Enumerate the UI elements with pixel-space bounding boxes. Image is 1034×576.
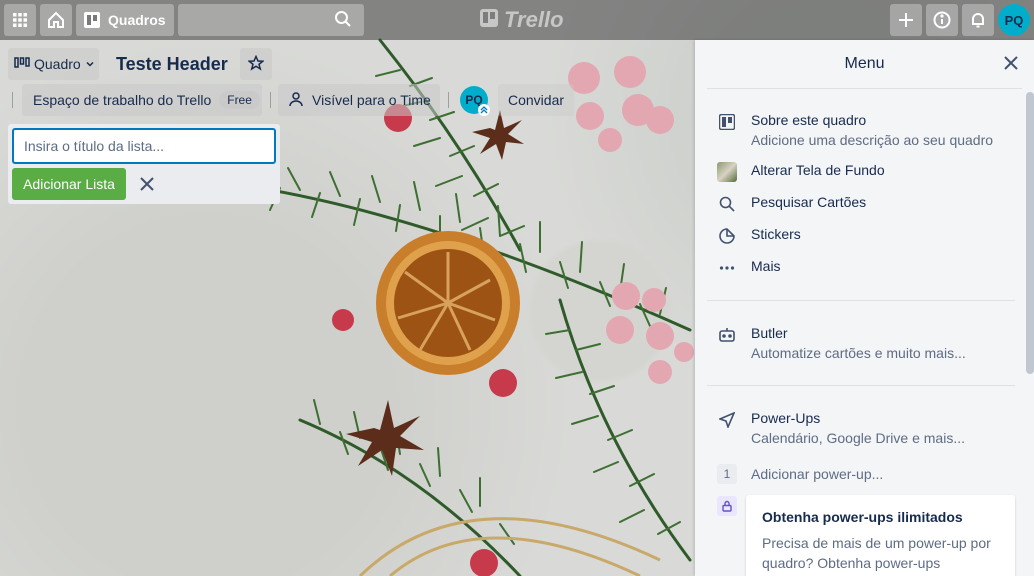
menu-item-title: Sobre este quadro (751, 112, 867, 128)
invite-button[interactable]: Convidar (498, 84, 574, 116)
header-divider (12, 92, 13, 108)
menu-item-more[interactable]: Mais (717, 258, 1007, 280)
board-title[interactable]: Teste Header (108, 48, 236, 80)
ellipsis-icon (717, 258, 737, 278)
menu-item-butler[interactable]: Butler Automatize cartões e muito mais..… (717, 325, 1007, 365)
add-powerup-link[interactable]: Adicionar power-up... (751, 466, 883, 482)
trello-logo-icon (480, 7, 498, 33)
menu-item-subtitle: Calendário, Google Drive e mais... (751, 430, 965, 446)
menu-title: Menu (844, 55, 885, 72)
boards-label: Quadros (108, 12, 166, 28)
menu-item-powerups[interactable]: Power-Ups Calendário, Google Drive e mai… (717, 410, 1007, 450)
promo-text: Precisa de mais de um power-up por quadr… (762, 535, 991, 571)
workspace-button[interactable]: Espaço de trabalho do Trello Free (22, 84, 262, 116)
grid-icon (12, 12, 28, 28)
menu-item-subtitle: Automatize cartões e muito mais... (751, 345, 966, 361)
rocket-icon (717, 410, 737, 430)
menu-item-title: Alterar Tela de Fundo (751, 162, 885, 178)
info-icon (933, 11, 951, 29)
bell-icon (969, 11, 987, 29)
menu-item-stickers[interactable]: Stickers (717, 226, 1007, 248)
menu-divider (707, 88, 1022, 89)
home-button[interactable] (40, 4, 72, 36)
info-button[interactable] (926, 4, 958, 36)
unlimited-powerups-card[interactable]: Obtenha power-ups ilimitados Precisa de … (746, 495, 1015, 576)
board-view-label: Quadro (34, 56, 81, 72)
powerup-count-badge: 1 (717, 464, 737, 484)
search-icon[interactable] (334, 10, 352, 31)
robot-icon (717, 325, 737, 345)
menu-item-title: Pesquisar Cartões (751, 194, 867, 210)
close-icon[interactable] (136, 173, 158, 195)
menu-header: Menu (695, 40, 1034, 88)
create-button[interactable] (890, 4, 922, 36)
board-view-icon (14, 56, 30, 72)
add-list-composer: Adicionar Lista (8, 124, 280, 204)
boards-button[interactable]: Quadros (76, 4, 174, 36)
visibility-button[interactable]: Visível para o Time (278, 84, 440, 116)
menu-item-title: Stickers (751, 226, 801, 242)
notifications-button[interactable] (962, 4, 994, 36)
menu-item-about[interactable]: Sobre este quadro Adicione uma descrição… (717, 112, 1007, 152)
lock-icon (717, 496, 737, 516)
header-divider (270, 92, 271, 108)
menu-item-title: Power-Ups (751, 410, 821, 426)
menu-item-search-cards[interactable]: Pesquisar Cartões (717, 194, 1007, 216)
board-view-switcher[interactable]: Quadro (8, 48, 99, 80)
user-avatar[interactable]: PQ (998, 4, 1030, 36)
visibility-label: Visível para o Time (312, 92, 431, 108)
trello-logo[interactable]: Trello (480, 7, 564, 33)
board-icon (717, 112, 737, 132)
menu-divider (707, 300, 1015, 301)
logo-text: Trello (504, 7, 564, 32)
star-icon (247, 54, 265, 74)
team-icon (288, 91, 304, 110)
board-icon (84, 12, 100, 28)
top-header: Quadros Trello PQ (0, 0, 1034, 40)
menu-item-title: Butler (751, 325, 788, 341)
star-board-button[interactable] (240, 48, 272, 80)
promo-title: Obtenha power-ups ilimitados (762, 509, 963, 525)
add-list-button[interactable]: Adicionar Lista (12, 168, 126, 200)
close-icon[interactable] (1004, 56, 1020, 72)
admin-chevron-icon (478, 104, 490, 116)
chevron-down-icon (85, 56, 95, 72)
menu-scrollbar[interactable] (1026, 92, 1034, 374)
search-icon (717, 194, 737, 214)
menu-divider (707, 385, 1015, 386)
menu-item-subtitle: Adicione uma descrição ao seu quadro (751, 132, 994, 148)
sticker-icon (717, 226, 737, 246)
home-icon (47, 11, 65, 29)
workspace-label: Espaço de trabalho do Trello (33, 92, 212, 108)
apps-button[interactable] (4, 4, 36, 36)
plus-icon (898, 12, 914, 28)
plan-badge: Free (219, 91, 260, 109)
header-divider (448, 92, 449, 108)
menu-item-title: Mais (751, 258, 781, 274)
list-title-input[interactable] (12, 128, 276, 164)
board-menu: Menu Sobre este quadro Adicione uma desc… (695, 40, 1034, 576)
composer-controls: Adicionar Lista (12, 168, 276, 200)
background-thumbnail-icon (717, 162, 737, 182)
menu-item-change-background[interactable]: Alterar Tela de Fundo (717, 162, 1007, 184)
